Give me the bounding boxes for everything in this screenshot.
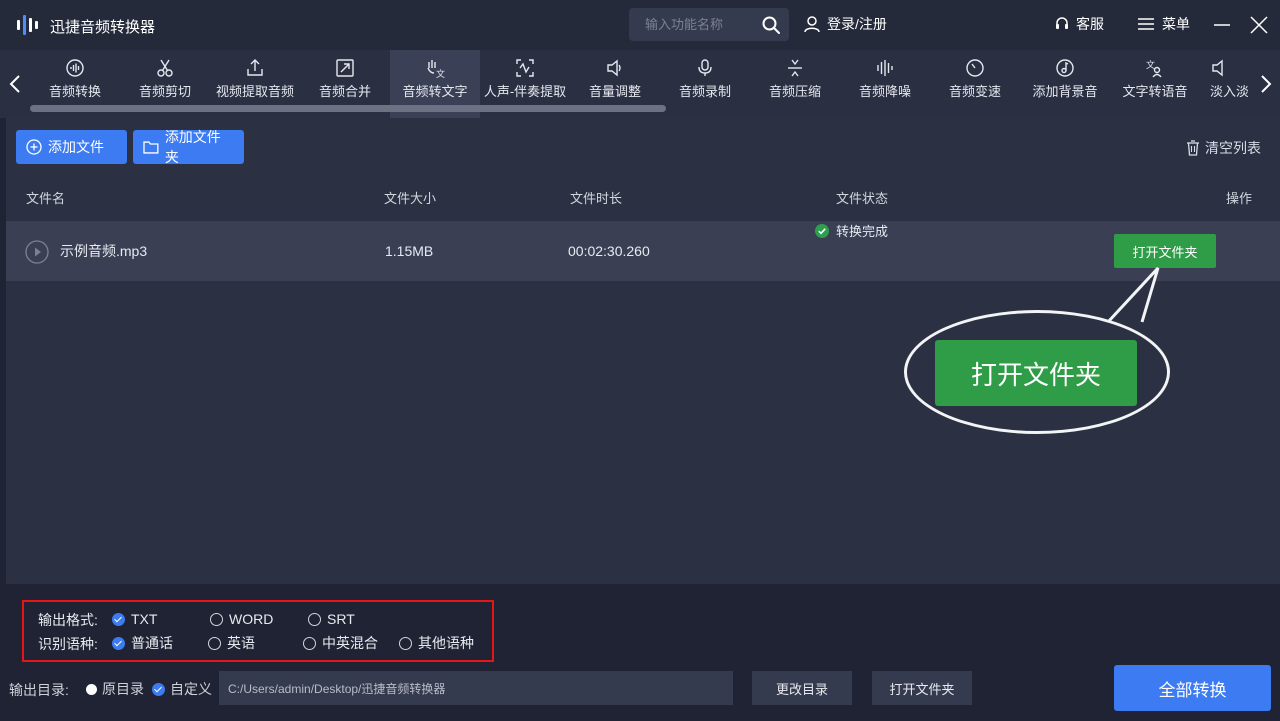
customer-service-button[interactable]: 客服 [1054, 14, 1104, 34]
close-icon[interactable] [1248, 14, 1270, 36]
callout-open-folder-label: 打开文件夹 [935, 340, 1137, 406]
menu-button[interactable]: 菜单 [1138, 14, 1190, 34]
upload-icon [247, 59, 263, 76]
add-file-button[interactable]: 添加文件 [16, 130, 127, 164]
radio-empty-icon [210, 612, 223, 626]
output-settings-highlight: 输出格式: TXT WORD SRT 识别语种: 普通话 英语 中英混合 其他语… [22, 600, 494, 662]
radio-checked-icon [152, 682, 165, 696]
output-directory-row: 输出目录: 原目录 自定义 更改目录 打开文件夹 [0, 670, 1280, 706]
tab-audio-denoise[interactable]: 音频降噪 [840, 50, 930, 118]
format-option-word[interactable]: WORD [210, 608, 273, 630]
waveform-circle-icon [66, 59, 84, 77]
menu-label: 菜单 [1162, 16, 1190, 32]
function-search [629, 8, 789, 41]
column-filename: 文件名 [26, 191, 66, 206]
column-action: 操作 [1226, 191, 1253, 206]
svg-text:文: 文 [1146, 59, 1155, 71]
tab-audio-speed[interactable]: 音频变速 [930, 50, 1020, 118]
radio-empty-icon [303, 636, 316, 650]
play-icon[interactable] [25, 240, 49, 264]
table-header: 文件名 文件大小 文件时长 文件状态 操作 [6, 181, 1280, 217]
radio-empty-icon [308, 612, 321, 626]
minimize-icon[interactable] [1212, 16, 1232, 34]
service-label: 客服 [1076, 16, 1104, 32]
language-label: 识别语种: [38, 636, 98, 652]
folder-icon [143, 141, 159, 154]
scissors-icon [157, 59, 173, 77]
format-option-txt[interactable]: TXT [112, 608, 157, 630]
convert-all-button[interactable]: 全部转换 [1114, 665, 1271, 711]
tab-audio-record[interactable]: 音频录制 [660, 50, 750, 118]
app-logo [12, 10, 42, 40]
output-dir-label: 输出目录: [9, 682, 69, 698]
language-option-other[interactable]: 其他语种 [399, 632, 474, 654]
plus-circle-icon [26, 139, 42, 155]
tabs-scrollbar[interactable] [30, 105, 666, 112]
file-size: 1.15MB [385, 243, 434, 259]
format-label: 输出格式: [38, 612, 98, 628]
column-duration: 文件时长 [570, 191, 623, 206]
language-option-mandarin[interactable]: 普通话 [112, 632, 173, 654]
file-name: 示例音频.mp3 [60, 243, 148, 259]
column-filesize: 文件大小 [384, 191, 437, 206]
chevron-left-icon[interactable] [0, 50, 30, 118]
output-path-field[interactable] [219, 671, 733, 705]
svg-text:文: 文 [436, 68, 445, 78]
compress-icon [788, 59, 802, 77]
tab-text-to-speech[interactable]: 文 文字转语音 [1110, 50, 1200, 118]
voice-extract-icon [516, 59, 534, 77]
tab-add-background-audio[interactable]: 添加背景音 [1020, 50, 1110, 118]
tab-fade[interactable]: 淡入淡出 [1200, 50, 1248, 118]
add-folder-button[interactable]: 添加文件夹 [133, 129, 244, 165]
radio-empty-icon [399, 636, 412, 650]
music-note-icon [1056, 59, 1074, 77]
open-output-folder-button[interactable]: 打开文件夹 [872, 671, 972, 705]
title-bar: 迅捷音频转换器 登录/注册 客服 菜单 [0, 0, 1280, 50]
user-icon [804, 16, 820, 33]
change-directory-button[interactable]: 更改目录 [752, 671, 852, 705]
search-icon[interactable] [761, 15, 781, 35]
radio-checked-icon [112, 636, 125, 650]
merge-icon [336, 59, 354, 77]
tool-tabs: 音频转换 音频剪切 视频提取音频 音频合并 文 音频转文字 人声-伴奏提取 音量… [0, 50, 1280, 118]
file-duration: 00:02:30.260 [568, 243, 650, 259]
chevron-right-icon[interactable] [1252, 50, 1280, 118]
output-custom-option[interactable]: 自定义 [152, 679, 212, 699]
radio-empty-icon [208, 636, 221, 650]
file-status: 转换完成 [815, 221, 888, 240]
login-link[interactable]: 登录/注册 [803, 14, 887, 34]
microphone-icon [698, 59, 712, 76]
search-input[interactable] [629, 8, 755, 41]
radio-empty-icon [86, 683, 97, 695]
headset-icon [1056, 17, 1068, 29]
tab-audio-compress[interactable]: 音频压缩 [750, 50, 840, 118]
fade-icon [1212, 59, 1223, 77]
login-label: 登录/注册 [827, 16, 887, 32]
language-option-mixed[interactable]: 中英混合 [303, 632, 378, 654]
hand-text-icon: 文 [427, 60, 445, 78]
text-speech-icon: 文 [1146, 59, 1162, 78]
clear-list-button[interactable]: 清空列表 [1186, 138, 1261, 158]
output-original-option[interactable]: 原目录 [86, 679, 144, 699]
column-status: 文件状态 [836, 191, 889, 206]
format-option-srt[interactable]: SRT [308, 608, 355, 630]
speaker-icon [607, 59, 621, 77]
denoise-icon [877, 60, 893, 76]
speed-dial-icon [966, 59, 984, 77]
language-option-english[interactable]: 英语 [208, 632, 255, 654]
trash-icon [1187, 140, 1199, 156]
open-folder-button[interactable]: 打开文件夹 [1114, 234, 1216, 268]
app-title: 迅捷音频转换器 [50, 19, 156, 36]
check-circle-icon [815, 223, 829, 238]
hamburger-icon [1138, 18, 1154, 30]
radio-checked-icon [112, 612, 125, 626]
table-row: 示例音频.mp3 1.15MB 00:02:30.260 转换完成 打开文件夹 [6, 221, 1280, 281]
